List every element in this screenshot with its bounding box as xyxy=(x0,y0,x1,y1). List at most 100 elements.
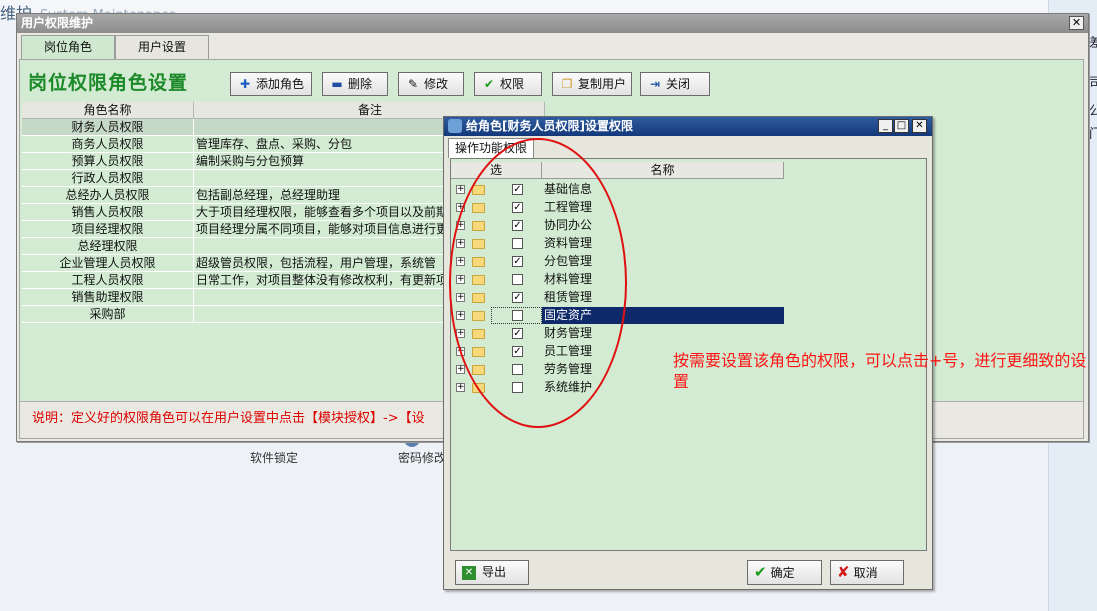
tree-item-label: 租赁管理 xyxy=(544,290,593,304)
permission-checkbox[interactable] xyxy=(512,364,523,375)
plus-icon: ✚ xyxy=(239,77,251,91)
ok-button[interactable]: ✔ 确定 xyxy=(747,560,822,585)
tree-item-label: 财务管理 xyxy=(544,326,593,340)
tree-item[interactable]: + 固定资产 xyxy=(451,307,928,325)
permission-checkbox[interactable]: ✓ xyxy=(512,346,523,357)
tree-item-label: 员工管理 xyxy=(544,344,593,358)
column-name[interactable]: 名称 xyxy=(542,162,784,179)
cancel-button[interactable]: ✘ 取消 xyxy=(830,560,904,585)
edit-label: 修改 xyxy=(424,77,449,91)
software-lock-link[interactable]: 软件锁定 xyxy=(250,449,298,466)
tree-item-label: 分包管理 xyxy=(544,254,593,268)
tree-item-label: 固定资产 xyxy=(542,307,784,324)
permission-checkbox[interactable]: ✓ xyxy=(512,292,523,303)
maximize-icon[interactable]: □ xyxy=(894,119,909,133)
role-name-cell: 总经办人员权限 xyxy=(22,187,194,203)
cancel-icon: ✘ xyxy=(837,563,850,581)
close-button[interactable]: ⇥ 关闭 xyxy=(640,72,710,96)
folder-icon xyxy=(472,383,485,393)
tree-item-label: 劳务管理 xyxy=(544,362,593,376)
delete-button[interactable]: ▬ 删除 xyxy=(322,72,388,96)
role-name-cell: 企业管理人员权限 xyxy=(22,255,194,271)
tree-item[interactable]: + ✓ 工程管理 xyxy=(451,199,928,217)
tab-user-settings[interactable]: 用户设置 xyxy=(115,35,209,59)
permission-checkbox[interactable] xyxy=(512,382,523,393)
permission-checkbox[interactable] xyxy=(512,274,523,285)
expand-icon[interactable]: + xyxy=(456,329,465,338)
tree-item[interactable]: + ✓ 分包管理 xyxy=(451,253,928,271)
expand-icon[interactable]: + xyxy=(456,185,465,194)
expand-icon[interactable]: + xyxy=(456,257,465,266)
password-change-link[interactable]: 密码修改 xyxy=(398,449,446,466)
edit-button[interactable]: ✎ 修改 xyxy=(398,72,464,96)
export-button[interactable]: ✕ 导出 xyxy=(455,560,529,585)
role-name-cell: 工程人员权限 xyxy=(22,272,194,288)
expand-icon[interactable]: + xyxy=(456,383,465,392)
permission-checkbox[interactable]: ✓ xyxy=(512,220,523,231)
excel-icon: ✕ xyxy=(462,565,476,580)
folder-icon xyxy=(472,311,485,321)
delete-label: 删除 xyxy=(348,77,373,91)
tree-item-label: 材料管理 xyxy=(544,272,593,286)
tree-item[interactable]: + ✓ 租赁管理 xyxy=(451,289,928,307)
tree-item[interactable]: + ✓ 财务管理 xyxy=(451,325,928,343)
edit-icon: ✎ xyxy=(407,77,419,91)
annotation-text: 按需要设置该角色的权限，可以点击+号，进行更细致的设置 xyxy=(673,351,1087,391)
tab-operation-permissions[interactable]: 操作功能权限 xyxy=(448,138,535,158)
right-fragment: 司 xyxy=(1089,76,1097,91)
permission-checkbox[interactable]: ✓ xyxy=(512,202,523,213)
tree-item-label: 工程管理 xyxy=(544,200,593,214)
expand-icon[interactable]: + xyxy=(456,311,465,320)
add-role-button[interactable]: ✚ 添加角色 xyxy=(230,72,312,96)
permission-button[interactable]: ✔ 权限 xyxy=(474,72,542,96)
app-icon xyxy=(448,119,462,133)
tree-item-label: 系统维护 xyxy=(544,380,593,394)
expand-icon[interactable]: + xyxy=(456,221,465,230)
dialog-title: 给角色[财务人员权限]设置权限 xyxy=(444,117,932,136)
export-label: 导出 xyxy=(482,565,507,579)
column-select[interactable]: 选 xyxy=(451,162,542,179)
role-name-cell: 总经理权限 xyxy=(22,238,194,254)
close-icon[interactable]: ✕ xyxy=(912,119,927,133)
folder-icon xyxy=(472,185,485,195)
permission-checkbox[interactable]: ✓ xyxy=(512,184,523,195)
page-title: 岗位权限角色设置 xyxy=(28,72,189,94)
right-fragment: 公 xyxy=(1089,104,1097,119)
folder-icon xyxy=(472,239,485,249)
role-name-cell: 项目经理权限 xyxy=(22,221,194,237)
tab-roles[interactable]: 岗位角色 xyxy=(21,35,115,59)
copy-user-label: 复制用户 xyxy=(578,77,627,91)
expand-icon[interactable]: + xyxy=(456,203,465,212)
expand-icon[interactable]: + xyxy=(456,239,465,248)
role-name-cell: 财务人员权限 xyxy=(22,119,194,135)
copy-user-button[interactable]: ❐ 复制用户 xyxy=(552,72,632,96)
permission-checkbox[interactable] xyxy=(512,310,523,321)
role-name-cell: 行政人员权限 xyxy=(22,170,194,186)
tree-item[interactable]: + ✓ 协同办公 xyxy=(451,217,928,235)
permission-checkbox[interactable]: ✓ xyxy=(512,256,523,267)
expand-icon[interactable]: + xyxy=(456,293,465,302)
folder-icon xyxy=(472,293,485,303)
expand-icon[interactable]: + xyxy=(456,275,465,284)
minimize-icon[interactable]: _ xyxy=(878,119,893,133)
expand-icon[interactable]: + xyxy=(456,365,465,374)
folder-icon xyxy=(472,347,485,357)
permission-checkbox[interactable]: ✓ xyxy=(512,328,523,339)
role-name-cell: 销售助理权限 xyxy=(22,289,194,305)
tree-item[interactable]: + ✓ 基础信息 xyxy=(451,181,928,199)
permission-checkbox[interactable] xyxy=(512,238,523,249)
right-fragment: 门 xyxy=(1089,127,1097,142)
tree-item[interactable]: + 材料管理 xyxy=(451,271,928,289)
copy-icon: ❐ xyxy=(561,77,573,91)
cancel-label: 取消 xyxy=(853,566,878,580)
tree-header: 选 名称 xyxy=(451,162,784,179)
close-icon[interactable]: ✕ xyxy=(1069,16,1084,30)
role-name-cell: 预算人员权限 xyxy=(22,153,194,169)
expand-icon[interactable]: + xyxy=(456,347,465,356)
tree-item[interactable]: + 资料管理 xyxy=(451,235,928,253)
role-name-cell: 商务人员权限 xyxy=(22,136,194,152)
check-icon: ✔ xyxy=(754,563,767,581)
window-title: 用户权限维护 xyxy=(17,14,1088,33)
column-role-name[interactable]: 角色名称 xyxy=(22,102,194,118)
check-icon: ✔ xyxy=(483,77,495,91)
